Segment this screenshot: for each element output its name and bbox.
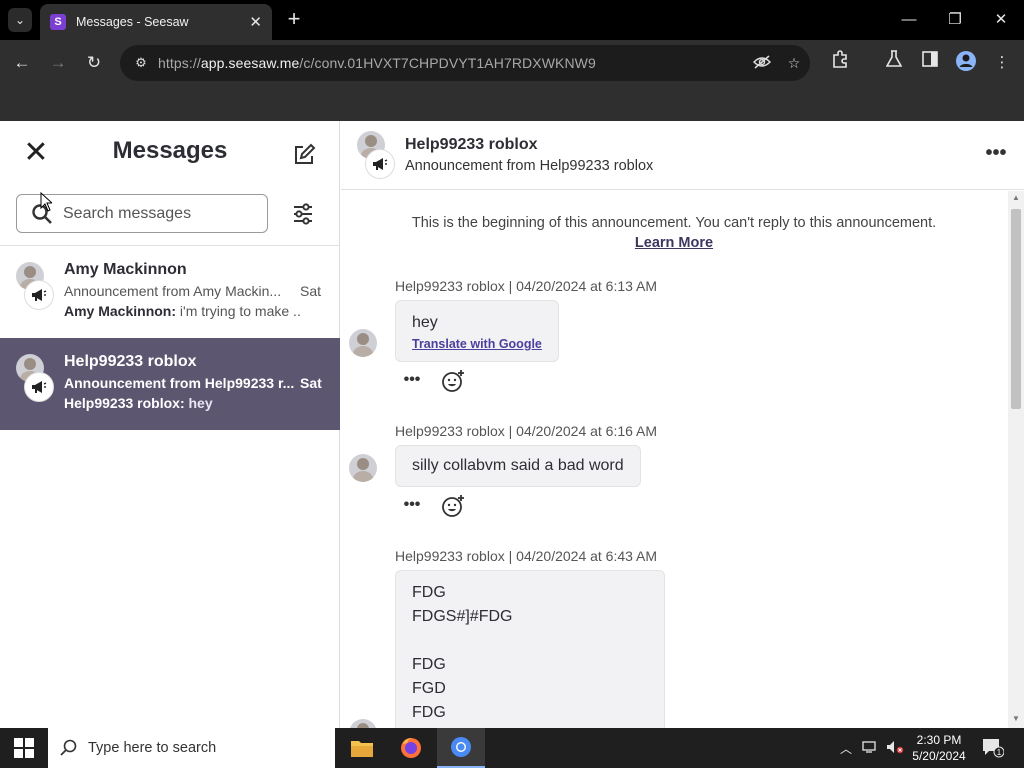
more-options-icon[interactable]: ••• <box>981 143 1011 167</box>
seesaw-favicon-icon: S <box>50 14 66 30</box>
side-panel-icon[interactable] <box>917 50 943 76</box>
conversation-preview: Announcement from Amy Mackin... <box>64 283 282 299</box>
conversation-title: Help99233 roblox <box>405 136 538 153</box>
windows-start-icon[interactable] <box>14 738 34 758</box>
messages-sidebar: ✕ Messages Amy Mackinnon Announcement fr… <box>0 121 340 728</box>
minimize-icon[interactable]: — <box>894 8 924 32</box>
forward-arrow-icon[interactable]: → <box>45 50 71 76</box>
message-text: silly collabvm said a bad word <box>412 457 624 474</box>
bookmark-star-icon[interactable]: ☆ <box>778 55 810 72</box>
clock-time: 2:30 PM <box>916 733 962 747</box>
conversation-date: Sat <box>300 283 322 299</box>
labs-flask-icon[interactable] <box>881 50 907 76</box>
browser-tab-messages[interactable]: S Messages - Seesaw ✕ <box>40 4 272 40</box>
message-meta: Help99233 roblox | 04/20/2024 at 6:43 AM <box>395 548 658 564</box>
browser-tabstrip: ⌄ S Messages - Seesaw ✕ + — ❐ ✕ <box>0 0 1024 40</box>
clock-date: 5/20/2024 <box>912 749 966 763</box>
announcement-intro: This is the beginning of this announceme… <box>411 215 937 231</box>
search-box[interactable] <box>16 194 268 233</box>
tab-title: Messages - Seesaw <box>76 15 189 29</box>
scrollbar-thumb[interactable] <box>1011 209 1021 409</box>
filter-sliders-icon[interactable] <box>290 201 316 227</box>
conversation-preview: Announcement from Help99233 r... <box>64 375 295 391</box>
search-icon <box>60 739 77 756</box>
volume-muted-icon[interactable] <box>886 740 904 757</box>
conversation-date: Sat <box>300 375 322 391</box>
message-meta: Help99233 roblox | 04/20/2024 at 6:13 AM <box>395 278 658 294</box>
conversation-subtitle: Announcement from Help99233 roblox <box>405 158 654 174</box>
mouse-cursor-icon <box>40 192 52 212</box>
browser-menu-icon[interactable]: ⋮ <box>989 50 1015 76</box>
site-settings-icon[interactable]: ⚙ <box>130 55 152 71</box>
conversation-item-amy-mackinnon[interactable]: Amy Mackinnon Announcement from Amy Mack… <box>0 246 340 338</box>
add-reaction-icon[interactable] <box>441 369 465 393</box>
firefox-icon[interactable] <box>387 728 435 768</box>
compose-pencil-icon[interactable] <box>292 143 316 167</box>
new-tab-plus-icon[interactable]: + <box>282 8 306 32</box>
message-bubble: hey Translate with Google <box>395 300 559 362</box>
search-input[interactable] <box>63 204 253 223</box>
conversation-last-message: Amy Mackinnon: i'm trying to make ... <box>64 303 300 319</box>
conversation-name: Amy Mackinnon <box>64 261 187 278</box>
network-icon[interactable] <box>862 740 878 757</box>
message-bubble: silly collabvm said a bad word <box>395 445 641 487</box>
profile-avatar-icon[interactable] <box>953 50 979 76</box>
eye-off-icon[interactable] <box>746 54 778 72</box>
notifications-icon[interactable]: 1 <box>982 738 1005 758</box>
address-bar[interactable]: ⚙ https://app.seesaw.me/c/conv.01HVXT7CH… <box>120 45 810 81</box>
message-more-icon[interactable]: ••• <box>401 497 423 514</box>
megaphone-icon <box>24 372 54 402</box>
conversation-last-message: Help99233 roblox: hey <box>64 395 213 411</box>
window-close-icon[interactable]: ✕ <box>986 8 1016 32</box>
browser-toolbar: ← → ↻ ⚙ https://app.seesaw.me/c/conv.01H… <box>0 40 1024 86</box>
message-text: FDG FDGS#]#FDG FDG FGD FDG <box>412 584 513 721</box>
extensions-puzzle-icon[interactable] <box>827 50 853 76</box>
scrollbar[interactable]: ▲ ▼ <box>1008 191 1024 728</box>
avatar <box>349 454 377 482</box>
megaphone-icon <box>365 149 395 179</box>
divider <box>341 189 1024 190</box>
conversation-name: Help99233 roblox <box>64 353 197 370</box>
add-reaction-icon[interactable] <box>441 494 465 518</box>
restore-icon[interactable]: ❐ <box>940 8 970 32</box>
avatar <box>349 719 377 728</box>
system-clock[interactable]: 2:30 PM 5/20/2024 <box>906 732 972 764</box>
svg-text:1: 1 <box>997 748 1002 757</box>
url-text[interactable]: https://app.seesaw.me/c/conv.01HVXT7CHPD… <box>158 55 746 71</box>
bookmarks-bar <box>0 86 1024 121</box>
megaphone-icon <box>24 280 54 310</box>
tab-close-icon[interactable]: ✕ <box>249 13 262 31</box>
message-text: hey <box>412 314 438 331</box>
seesaw-page: ✕ Messages Amy Mackinnon Announcement fr… <box>0 121 1024 728</box>
translate-link[interactable]: Translate with Google <box>412 337 542 351</box>
taskbar-search-placeholder: Type here to search <box>88 740 217 756</box>
message-bubble: FDG FDGS#]#FDG FDG FGD FDG <box>395 570 665 728</box>
tab-search-chevron-icon[interactable]: ⌄ <box>8 8 32 32</box>
taskbar-search-box[interactable]: Type here to search <box>48 728 335 768</box>
chrome-icon[interactable] <box>437 728 485 768</box>
page-title: Messages <box>112 137 228 164</box>
scroll-down-icon[interactable]: ▼ <box>1011 714 1021 724</box>
conversation-panel: Help99233 roblox Announcement from Help9… <box>341 121 1024 728</box>
message-more-icon[interactable]: ••• <box>401 372 423 389</box>
message-meta: Help99233 roblox | 04/20/2024 at 6:16 AM <box>395 423 658 439</box>
reload-icon[interactable]: ↻ <box>81 50 107 76</box>
back-arrow-icon[interactable]: ← <box>9 50 35 76</box>
tray-chevron-up-icon[interactable]: ︿ <box>840 740 852 757</box>
avatar <box>349 329 377 357</box>
conversation-item-help99233-roblox[interactable]: Help99233 roblox Announcement from Help9… <box>0 338 340 430</box>
file-explorer-icon[interactable] <box>338 728 386 768</box>
windows-taskbar: Type here to search ︿ 2:30 PM 5/20/2024 … <box>0 728 1024 768</box>
scroll-up-icon[interactable]: ▲ <box>1011 193 1021 203</box>
learn-more-link[interactable]: Learn More <box>341 235 1007 251</box>
